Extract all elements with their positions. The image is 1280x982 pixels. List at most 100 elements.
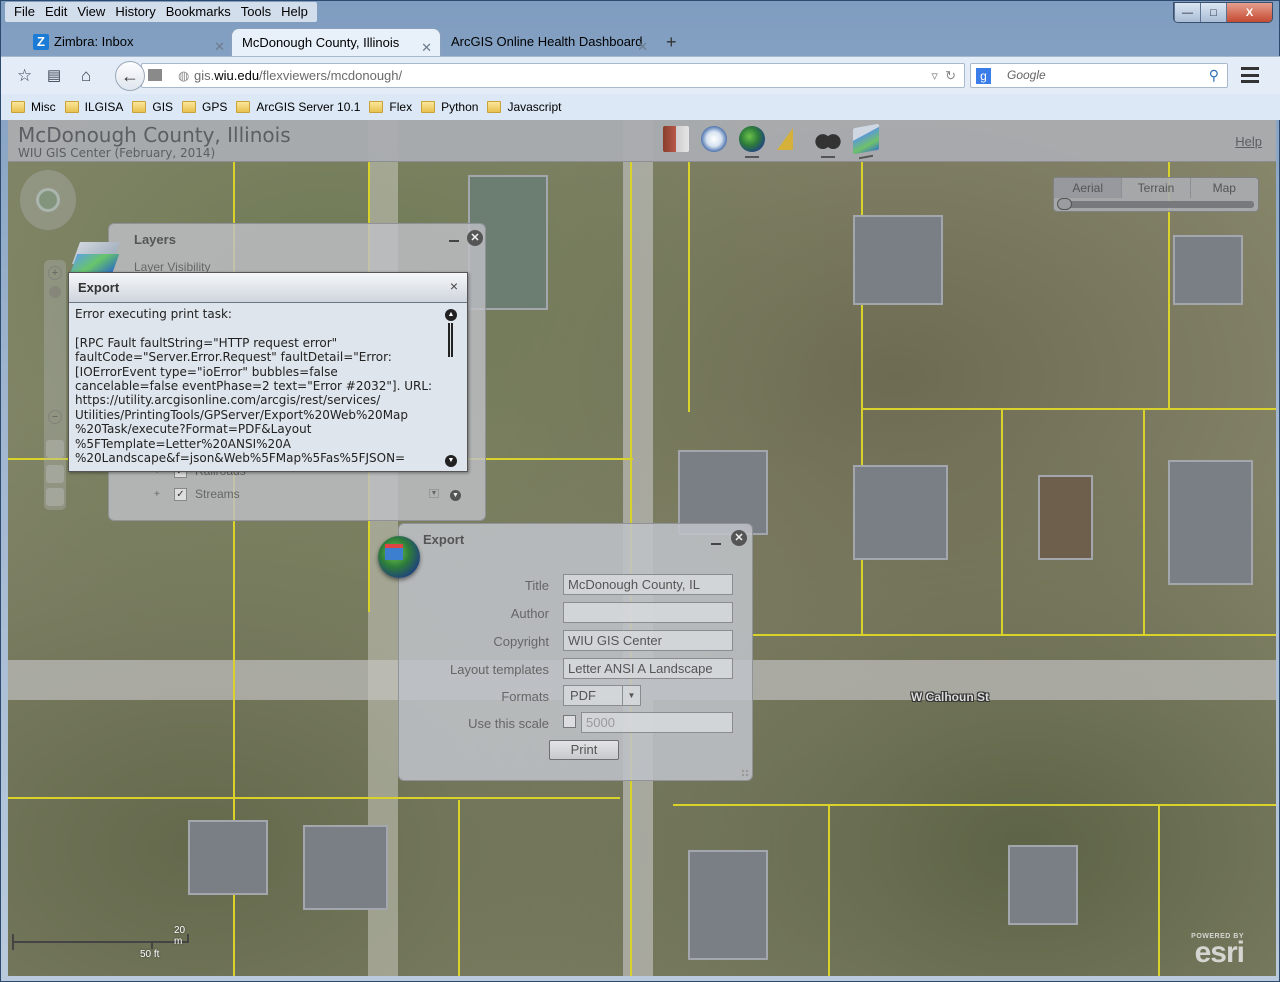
minimize-button[interactable]: — <box>1174 3 1200 22</box>
widget-toolbar <box>663 123 879 160</box>
reload-icon[interactable]: ▿ ↻ <box>931 64 956 87</box>
search-binoculars-icon[interactable] <box>815 126 841 158</box>
layer-options-icon[interactable]: ▼ <box>429 489 439 498</box>
close-window-button[interactable]: X <box>1226 3 1272 22</box>
expand-icon[interactable]: + <box>154 489 164 500</box>
bookmark-label: ArcGIS Server 10.1 <box>256 100 361 114</box>
export-panel-title: Export <box>423 532 465 547</box>
layout-row: Layout templates Letter ANSI A Landscape <box>399 658 754 680</box>
bookmark-arcgis-server[interactable]: ArcGIS Server 10.1 <box>236 100 360 114</box>
measure-icon[interactable] <box>777 126 803 152</box>
scrollbar-thumb[interactable] <box>448 323 453 357</box>
esri-logo[interactable]: POWERED BY esri <box>1191 933 1245 968</box>
zoom-slider-thumb[interactable] <box>49 286 61 298</box>
parcel-line <box>1143 410 1145 636</box>
scroll-down-icon[interactable]: ▼ <box>445 455 457 467</box>
bookmark-python[interactable]: Python <box>421 100 478 114</box>
basemap-switcher: Aerial Terrain Map <box>1053 177 1259 212</box>
hamburger-menu-icon[interactable] <box>1241 67 1259 83</box>
layer-checkbox[interactable]: ✓ <box>174 487 187 501</box>
print-button[interactable]: Print <box>549 740 619 760</box>
menu-edit[interactable]: Edit <box>40 2 72 22</box>
folder-icon <box>11 101 25 113</box>
tab-zimbra[interactable]: Z Zimbra: Inbox ✕ <box>23 28 233 56</box>
scale-bar: 20 m 50 ft <box>12 925 192 965</box>
layers-icon[interactable] <box>853 123 879 160</box>
tab-arcgis-dashboard[interactable]: ArcGIS Online Health Dashboard ✕ <box>441 28 656 56</box>
scroll-up-icon[interactable]: ▲ <box>445 309 457 321</box>
menu-bookmarks[interactable]: Bookmarks <box>161 2 236 22</box>
navigation-bar: ☆ ▤ ⌂ ◍ gis.wiu.edu/flexviewers/mcdonoug… <box>1 56 1280 94</box>
pan-hand-icon[interactable] <box>46 440 64 458</box>
basemap-aerial-button[interactable]: Aerial <box>1054 178 1123 198</box>
bookmark-flex[interactable]: Flex <box>369 100 412 114</box>
reading-list-icon[interactable]: ▤ <box>47 66 61 84</box>
home-icon[interactable]: ⌂ <box>81 66 91 86</box>
layer-name: Streams <box>195 487 240 501</box>
dialog-scrollbar[interactable]: ▲ ▼ <box>445 309 457 467</box>
basemap-terrain-button[interactable]: Terrain <box>1122 178 1191 198</box>
scale-input[interactable]: 5000 <box>581 712 733 733</box>
bookmarks-icon[interactable] <box>663 126 689 152</box>
parcel-line <box>458 800 460 976</box>
layout-template-select[interactable]: Letter ANSI A Landscape <box>563 658 733 679</box>
zoom-out-icon[interactable]: − <box>48 410 62 424</box>
search-input[interactable]: g Google ⚲ <box>970 63 1228 88</box>
menu-tools[interactable]: Tools <box>236 2 276 22</box>
zoom-in-icon[interactable]: + <box>48 266 62 280</box>
layer-item[interactable]: + ✓ Streams ▼ <box>154 487 439 501</box>
bookmark-label: ILGISA <box>84 100 124 114</box>
close-panel-icon[interactable]: ✕ <box>467 230 483 246</box>
folder-icon <box>487 101 502 113</box>
help-link[interactable]: Help <box>1235 134 1262 149</box>
url-prefix: gis. <box>194 68 215 83</box>
home-icon[interactable] <box>701 126 727 152</box>
minimize-panel-icon[interactable] <box>711 543 721 545</box>
bookmark-misc[interactable]: Misc <box>11 100 56 114</box>
slider-thumb[interactable] <box>1057 198 1072 210</box>
folder-icon <box>236 101 251 113</box>
basemap-map-button[interactable]: Map <box>1191 178 1258 198</box>
minimize-panel-icon[interactable] <box>449 240 459 242</box>
menu-help[interactable]: Help <box>276 2 313 22</box>
menu-view[interactable]: View <box>72 2 110 22</box>
title-input[interactable]: McDonough County, IL <box>563 574 733 595</box>
pan-control[interactable] <box>20 170 76 230</box>
format-select[interactable]: PDF ▼ <box>563 685 641 706</box>
back-button[interactable]: ← <box>115 61 145 91</box>
bookmark-ilgisa[interactable]: ILGISA <box>64 100 124 114</box>
chevron-down-icon[interactable]: ▼ <box>622 686 640 705</box>
bookmark-gis[interactable]: GIS <box>132 100 173 114</box>
use-scale-checkbox[interactable] <box>563 715 576 728</box>
print-globe-icon[interactable] <box>739 126 765 158</box>
parcel-line <box>753 634 1276 636</box>
maximize-button[interactable]: □ <box>1200 3 1226 22</box>
menu-history[interactable]: History <box>110 2 160 22</box>
basemap-opacity-slider[interactable] <box>1057 198 1254 210</box>
tab-mcdonough[interactable]: McDonough County, Illinois ✕ <box>231 28 441 56</box>
copyright-input[interactable]: WIU GIS Center <box>563 630 733 651</box>
building <box>1173 235 1243 305</box>
bookmark-label: GPS <box>202 100 228 114</box>
bookmark-javascript[interactable]: Javascript <box>487 100 561 114</box>
zoom-out-box-icon[interactable] <box>46 488 64 506</box>
zoom-slider[interactable]: + − <box>44 260 66 510</box>
url-bar[interactable]: ◍ gis.wiu.edu/flexviewers/mcdonough/ ▿ ↻ <box>141 63 965 88</box>
menu-file[interactable]: File <box>9 2 40 22</box>
parcel-line <box>1158 806 1160 976</box>
bookmark-gps[interactable]: GPS <box>182 100 227 114</box>
scroll-down-icon[interactable]: ▼ <box>450 490 461 501</box>
layers-panel-title: Layers <box>134 232 176 247</box>
new-tab-button[interactable]: + <box>656 28 687 56</box>
full-extent-globe-icon[interactable] <box>36 188 60 212</box>
zoom-box-icon[interactable] <box>46 465 64 483</box>
author-input[interactable] <box>563 602 733 623</box>
search-icon[interactable]: ⚲ <box>1209 64 1219 87</box>
bookmark-star-icon[interactable]: ☆ <box>17 66 32 86</box>
bookmark-label: Flex <box>389 100 413 114</box>
close-panel-icon[interactable]: ✕ <box>731 530 747 546</box>
close-dialog-icon[interactable]: × <box>450 278 458 294</box>
building <box>688 850 768 960</box>
resize-handle[interactable] <box>741 769 749 777</box>
building <box>853 465 948 560</box>
